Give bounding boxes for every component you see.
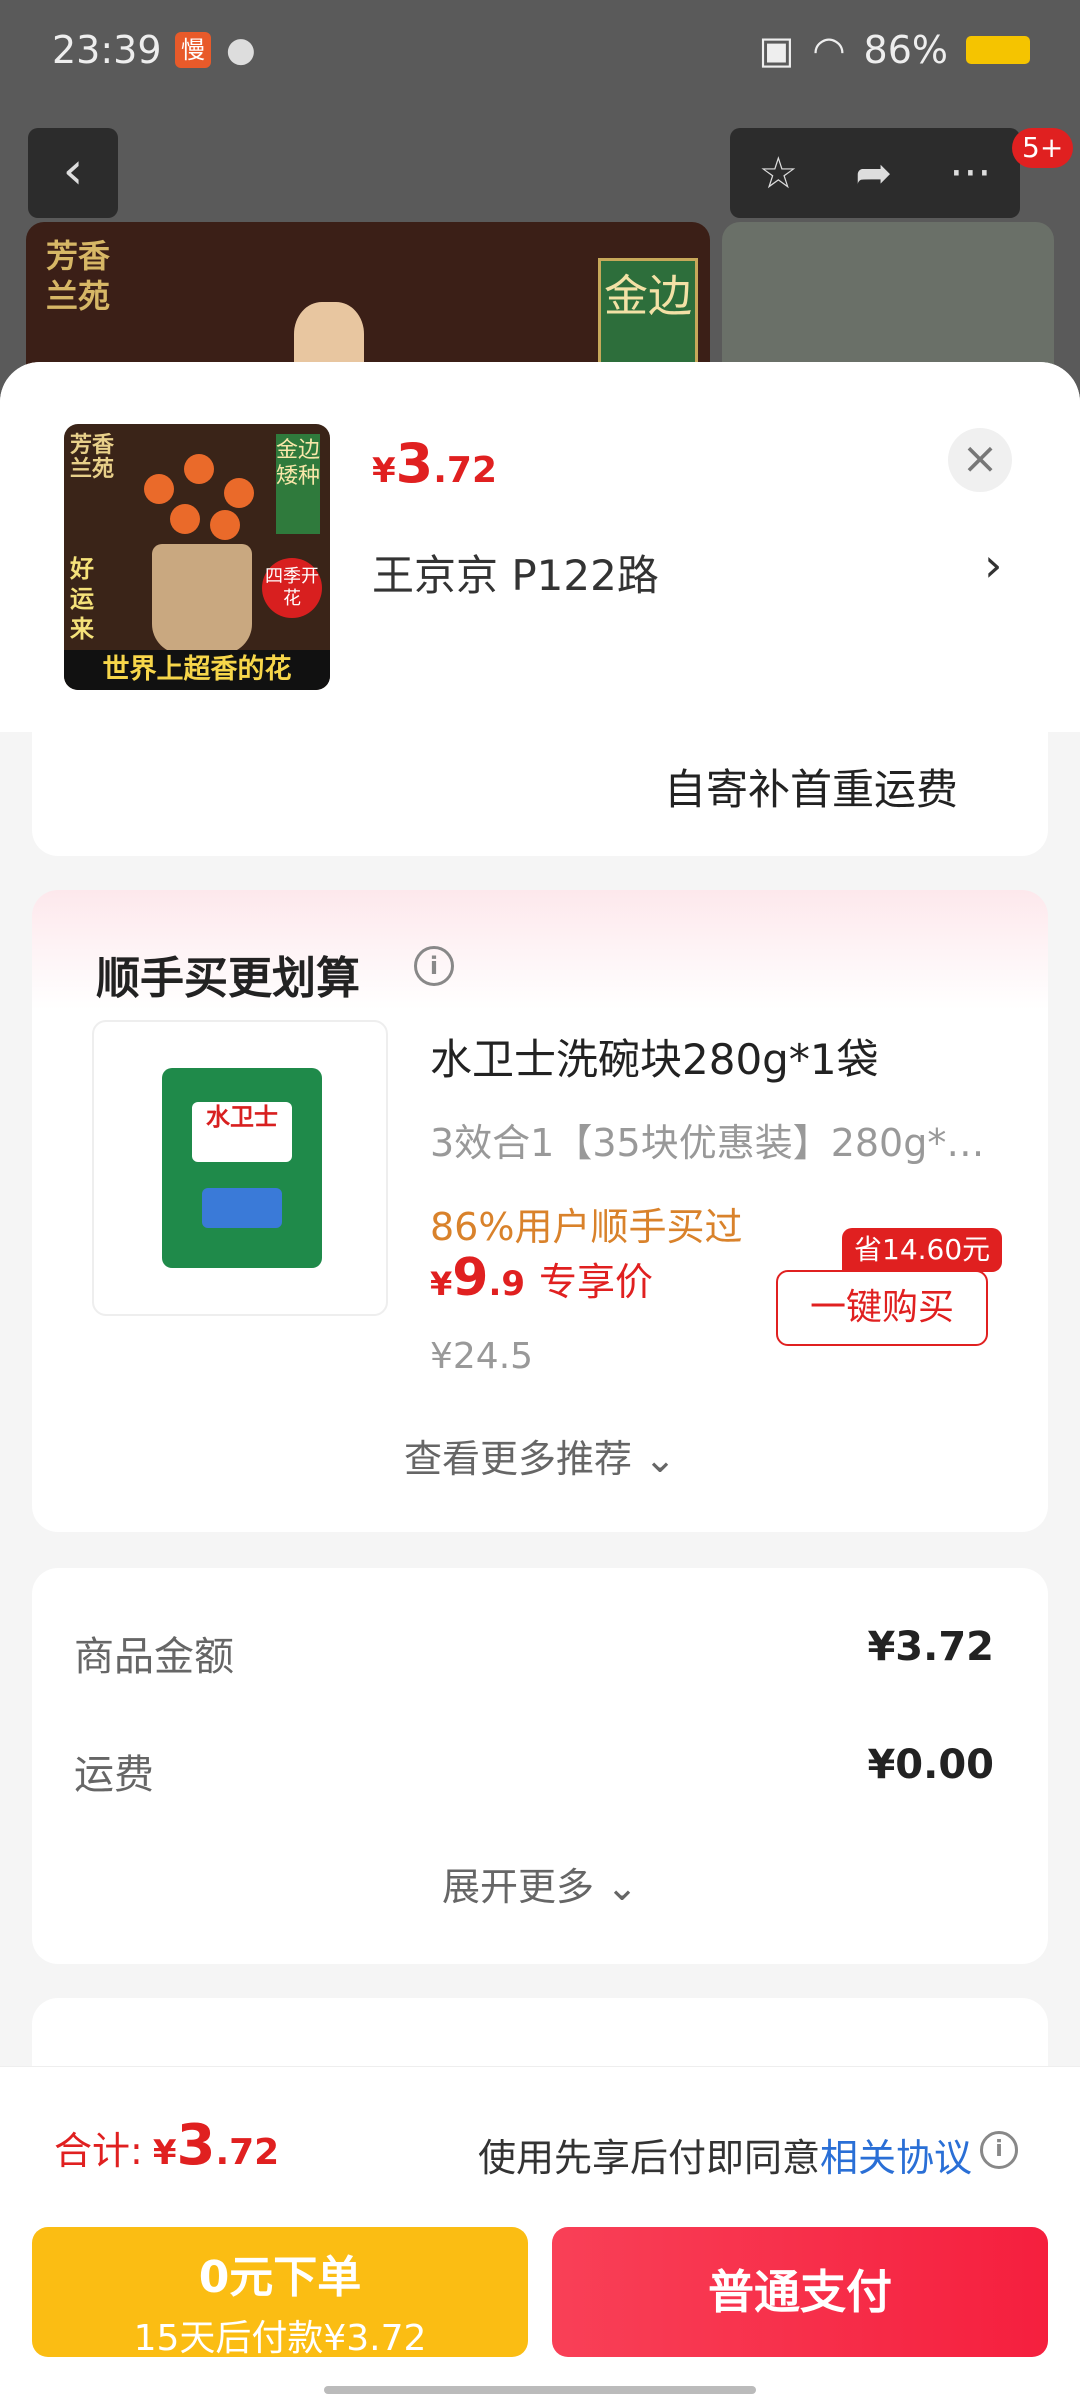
- recommend-buyers: 86%用户顺手买过: [430, 1205, 743, 1249]
- info-icon[interactable]: i: [980, 2131, 1018, 2169]
- sim-icon: ▣: [758, 28, 795, 72]
- address-line[interactable]: 王京京 P122路: [372, 542, 659, 603]
- status-bar: 23:39 慢 ● ▣ ◠ 86%: [0, 0, 1080, 100]
- summary-value: ¥3.72: [867, 1624, 994, 1670]
- pack-graphic: 水卫士: [162, 1068, 322, 1268]
- chevron-down-icon: ⌄: [644, 1437, 676, 1481]
- thumb-pot: [152, 544, 252, 654]
- pay-later-subtitle: 15天后付款¥3.72: [133, 2318, 427, 2359]
- thumb-badge: 四季开花: [262, 558, 322, 618]
- qq-notification-icon: ●: [226, 30, 256, 70]
- top-actions: ☆ ➦ ···: [730, 128, 1020, 218]
- agreement-text: 使用先享后付即同意相关协议: [478, 2127, 972, 2182]
- chevron-down-icon: ⌄: [606, 1865, 638, 1909]
- share-icon[interactable]: ➦: [855, 148, 892, 199]
- recommend-item-desc: 3效合1【35块优惠装】280g*…: [430, 1121, 985, 1165]
- recommend-price: ¥9.9 专享价: [430, 1248, 653, 1308]
- one-click-buy-button[interactable]: 一键购买: [776, 1270, 988, 1346]
- product-thumbnail: 芳香兰苑 金边矮种 四季开花 好运来 世界上超香的花: [64, 424, 330, 690]
- notification-badge: 5+: [1012, 128, 1074, 168]
- wifi-icon: ◠: [812, 28, 846, 72]
- rec-price-decimal: .9: [488, 1264, 526, 1304]
- rec-price-label: 专享价: [539, 1260, 654, 1304]
- total-price: 合计: ¥3.72: [54, 2113, 279, 2178]
- summary-row-goods: 商品金额 ¥3.72: [74, 1624, 994, 1682]
- app-notification-icon: 慢: [175, 32, 211, 68]
- shipping-card: 自寄补首重运费: [32, 732, 1048, 856]
- summary-row-shipping: 运费 ¥0.00: [74, 1742, 994, 1800]
- battery-text: 86%: [863, 28, 948, 72]
- rec-price-integer: 9: [452, 1248, 489, 1308]
- summary-value: ¥0.00: [867, 1742, 994, 1788]
- save-badge: 省14.60元: [842, 1228, 1003, 1272]
- chevron-right-icon[interactable]: ›: [984, 538, 1002, 592]
- summary-label: 运费: [74, 1752, 154, 1798]
- price-currency: ¥: [372, 451, 396, 491]
- agreement-link[interactable]: 相关协议: [820, 2136, 972, 2180]
- normal-pay-button[interactable]: 普通支付: [552, 2227, 1048, 2357]
- thumb-flowers: [134, 454, 274, 554]
- agreement-label: 使用先享后付即同意: [477, 2136, 820, 2180]
- total-currency: ¥: [152, 2133, 177, 2173]
- pack-label: 水卫士: [192, 1102, 292, 1162]
- rec-price-currency: ¥: [430, 1265, 453, 1303]
- thumb-side-text: 好运来: [70, 555, 94, 643]
- status-time: 23:39: [52, 28, 162, 72]
- expand-more-label: 展开更多: [442, 1865, 595, 1909]
- recommend-item-image[interactable]: 水卫士: [92, 1020, 388, 1316]
- pay-later-title: 0元下单: [198, 2252, 362, 2303]
- shipping-note: 自寄补首重运费: [663, 765, 958, 814]
- close-icon: ×: [961, 433, 999, 484]
- total-integer: 3: [176, 2113, 216, 2178]
- summary-label: 商品金额: [74, 1634, 234, 1680]
- recommend-original-price: ¥24.5: [430, 1336, 534, 1377]
- back-button[interactable]: ‹: [28, 128, 118, 218]
- bottom-bar: 合计: ¥3.72 使用先享后付即同意相关协议 i 0元下单 15天后付款¥3.7…: [0, 2066, 1080, 2400]
- price-integer: 3: [395, 432, 434, 495]
- pay-later-button[interactable]: 0元下单 15天后付款¥3.72: [32, 2227, 528, 2359]
- price-decimal: .72: [433, 450, 498, 491]
- total-decimal: .72: [215, 2132, 280, 2173]
- star-icon[interactable]: ☆: [759, 148, 798, 199]
- expand-more-link[interactable]: 展开更多 ⌄: [32, 1856, 1048, 1911]
- pack-tablet: [202, 1188, 282, 1228]
- product-price: ¥3.72: [372, 432, 497, 495]
- background-store-text: 芳香兰苑: [46, 237, 111, 315]
- close-button[interactable]: ×: [948, 428, 1012, 492]
- recommend-card: 顺手买更划算 i 水卫士 水卫士洗碗块280g*1袋 3效合1【35块优惠装】2…: [32, 890, 1048, 1532]
- more-recommend-label: 查看更多推荐: [404, 1437, 633, 1481]
- summary-card: 商品金额 ¥3.72 运费 ¥0.00 展开更多 ⌄: [32, 1568, 1048, 1964]
- battery-icon: [966, 36, 1030, 64]
- sheet-header: 芳香兰苑 金边矮种 四季开花 好运来 世界上超香的花 ¥3.72 × 王京京 P…: [0, 362, 1080, 732]
- more-icon[interactable]: ···: [949, 148, 991, 199]
- thumb-banner: 世界上超香的花: [64, 650, 330, 690]
- back-icon: ‹: [62, 141, 84, 201]
- thumb-tag: 金边矮种: [276, 434, 320, 534]
- info-icon[interactable]: i: [414, 946, 454, 986]
- status-right: ▣ ◠ 86%: [758, 28, 1030, 72]
- recommend-item-name[interactable]: 水卫士洗碗块280g*1袋: [430, 1026, 879, 1087]
- more-recommend-link[interactable]: 查看更多推荐 ⌄: [32, 1428, 1048, 1483]
- thumb-brand: 芳香兰苑: [70, 433, 115, 482]
- home-indicator[interactable]: [324, 2386, 756, 2394]
- total-label: 合计:: [54, 2129, 143, 2173]
- recommend-title: 顺手买更划算: [96, 953, 360, 1004]
